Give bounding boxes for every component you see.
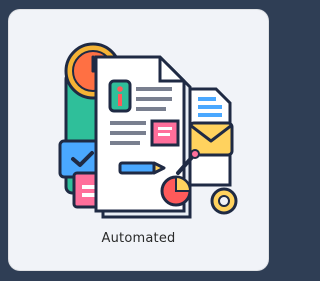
gear-icon	[210, 187, 238, 215]
text-line	[136, 97, 172, 101]
text-line	[110, 141, 140, 145]
text-line	[136, 107, 166, 111]
text-line	[110, 131, 146, 135]
text-line	[110, 121, 146, 125]
automated-card[interactable]: Automated	[8, 9, 269, 271]
app-frame: Automated	[0, 0, 278, 281]
text-line	[136, 87, 172, 91]
card-label: Automated	[101, 231, 176, 246]
pen-icon	[118, 161, 166, 175]
info-icon	[108, 79, 132, 113]
pie-chart-icon	[160, 175, 192, 207]
